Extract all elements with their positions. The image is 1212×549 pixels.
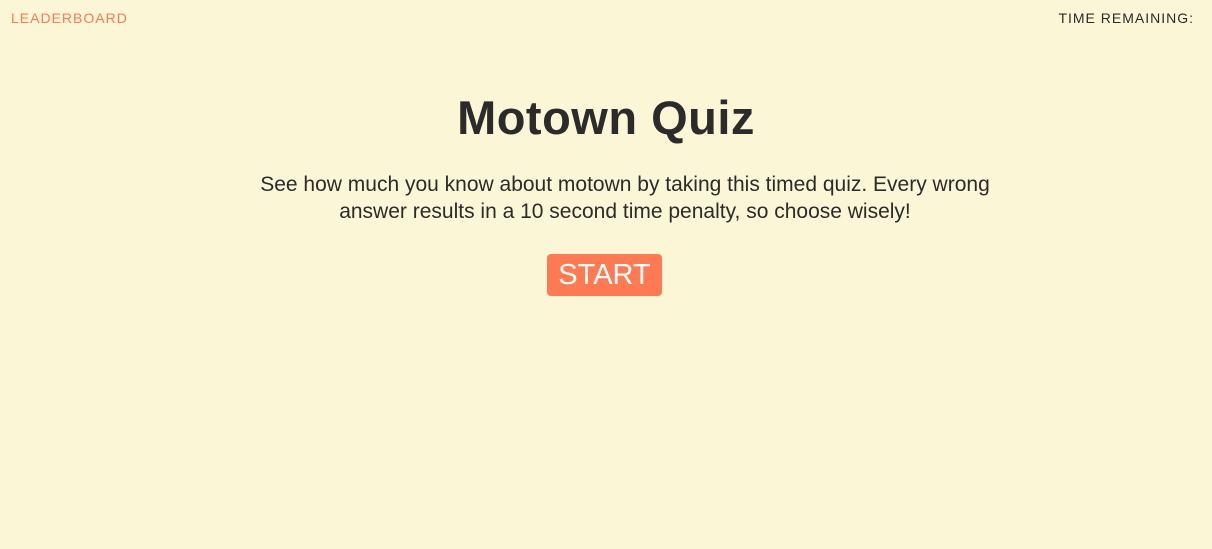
quiz-description: See how much you know about motown by ta…	[260, 173, 990, 223]
leaderboard-link[interactable]: LEADERBOARD	[11, 10, 128, 26]
time-remaining-label: TIME REMAINING:	[1058, 10, 1194, 26]
top-bar: LEADERBOARD TIME REMAINING:	[0, 0, 1212, 36]
start-button[interactable]: START	[547, 254, 662, 296]
page-title: Motown Quiz	[457, 91, 755, 144]
time-remaining: TIME REMAINING:	[1058, 10, 1198, 26]
